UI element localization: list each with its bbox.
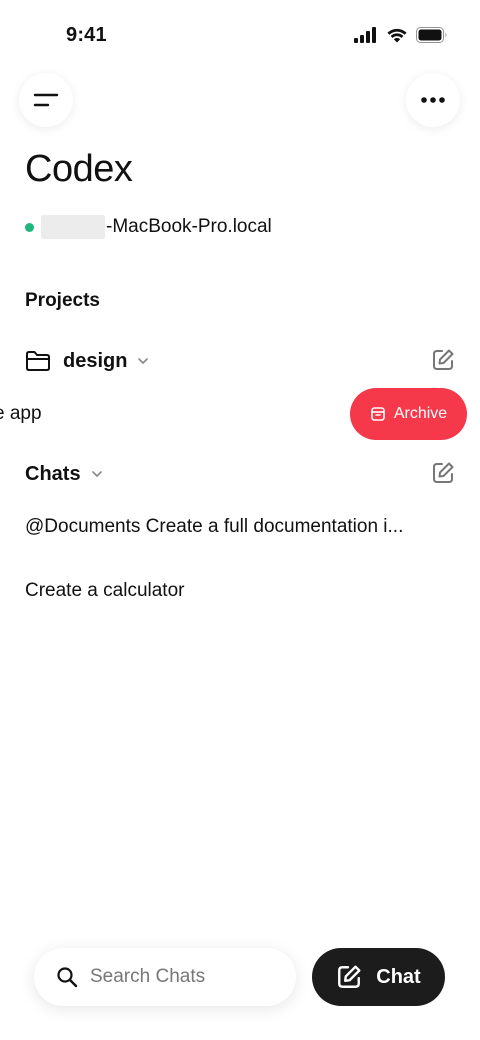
new-chat-compose-button[interactable] [431, 461, 455, 490]
archive-button[interactable]: Archive [350, 388, 467, 440]
app-screen: 9:41 Codex -MacBook-Pro.local Projects d… [0, 0, 480, 1040]
more-horizontal-icon [421, 97, 445, 103]
search-chats-input[interactable]: Search Chats [34, 948, 296, 1006]
chat-list-item[interactable]: Create a calculator [25, 580, 445, 602]
sidebar-menu-button[interactable] [19, 73, 73, 127]
status-time: 9:41 [66, 24, 107, 46]
chevron-down-icon[interactable] [137, 357, 149, 365]
compose-icon [433, 349, 454, 370]
more-options-button[interactable] [406, 73, 460, 127]
redacted-host-prefix [41, 215, 105, 239]
project-item-design[interactable]: design [25, 345, 455, 377]
compose-icon [433, 462, 454, 483]
folder-icon [26, 351, 50, 371]
chats-section-title: Chats [25, 462, 81, 485]
status-bar: 9:41 [0, 0, 480, 70]
swiped-project-chat-row[interactable]: e app Archive [0, 388, 480, 442]
chat-list-item[interactable]: @Documents Create a full documentation i… [25, 516, 445, 538]
archive-icon [371, 407, 385, 421]
compose-icon [338, 965, 361, 988]
search-placeholder: Search Chats [90, 966, 206, 987]
menu-icon [33, 93, 59, 107]
new-project-chat-button[interactable] [431, 348, 455, 377]
host-name: -MacBook-Pro.local [106, 216, 272, 237]
chat-button-label: Chat [376, 965, 421, 988]
projects-section-title: Projects [25, 290, 100, 311]
page-title: Codex [25, 148, 133, 190]
new-chat-button[interactable]: Chat [312, 948, 445, 1006]
archive-label: Archive [393, 405, 448, 422]
battery-icon [416, 27, 447, 43]
swiped-chat-title: e app [0, 403, 42, 424]
chats-section-header[interactable]: Chats [25, 458, 455, 490]
status-icons [354, 27, 448, 43]
project-name: design [63, 349, 128, 372]
search-icon [57, 967, 78, 988]
cellular-signal-icon [354, 27, 376, 43]
wifi-icon [387, 28, 407, 43]
host-status: -MacBook-Pro.local [25, 214, 272, 240]
chevron-down-icon[interactable] [91, 470, 103, 478]
connection-status-dot [25, 222, 34, 232]
